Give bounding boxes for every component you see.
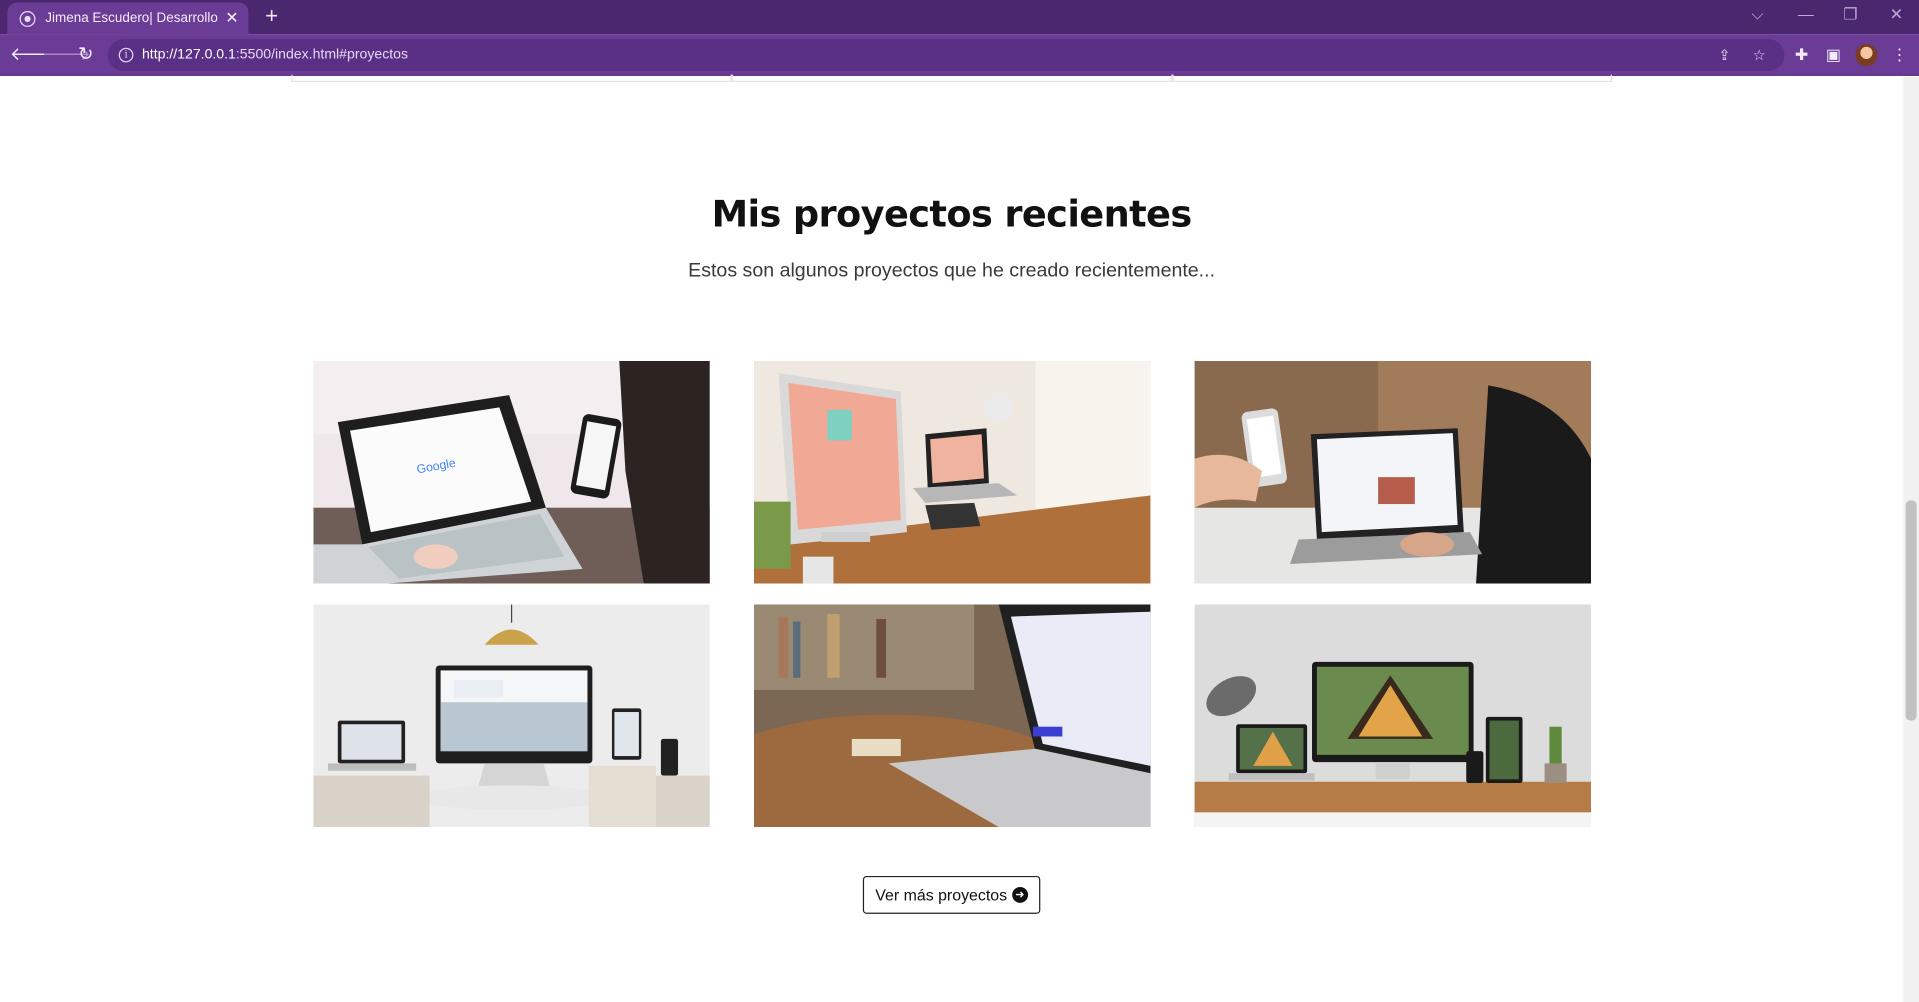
- projects-grid: Google: [313, 360, 1592, 828]
- project-card[interactable]: [1194, 604, 1592, 828]
- window-close-icon[interactable]: ✕: [1890, 2, 1903, 26]
- share-icon[interactable]: ⇪: [1718, 39, 1730, 71]
- scrollbar-thumb[interactable]: [1905, 500, 1917, 721]
- bookmark-star-icon[interactable]: ☆: [1753, 39, 1766, 71]
- projects-subtitle: Estos son algunos proyectos que he cread…: [688, 260, 1216, 282]
- new-tab-button[interactable]: +: [259, 4, 283, 28]
- tab-strip: Jimena Escudero| Desarrollo Web ✕ + ⌵ — …: [0, 0, 1919, 35]
- responsive-web-design-photo: [313, 604, 710, 828]
- laptop-google-photo: Google: [313, 360, 710, 584]
- favicon-icon: [19, 10, 36, 27]
- project-card[interactable]: [753, 360, 1151, 584]
- phone-laptop-hands-photo: [1194, 360, 1592, 584]
- side-panel-icon[interactable]: ▣: [1822, 44, 1844, 66]
- site-info-icon[interactable]: i: [118, 47, 134, 63]
- close-tab-icon[interactable]: ✕: [225, 9, 238, 29]
- address-bar[interactable]: i http://127.0.0.1:5500/index.html#proye…: [107, 39, 1785, 71]
- more-projects-label: Ver más proyectos: [875, 885, 1008, 905]
- browser-window: Jimena Escudero| Desarrollo Web ✕ + ⌵ — …: [0, 0, 1919, 1002]
- tab-title: Jimena Escudero| Desarrollo Web: [45, 11, 218, 26]
- arrow-right-circle-icon: ➜: [1011, 886, 1028, 903]
- url-text: http://127.0.0.1:5500/index.html#proyect…: [141, 47, 409, 63]
- browser-toolbar: 🡐 🡒 ↻ i http://127.0.0.1:5500/index.html…: [0, 34, 1919, 76]
- tab-search-icon[interactable]: ⌵: [1751, 2, 1763, 26]
- projects-heading: Mis proyectos recientes: [711, 193, 1193, 237]
- restore-icon[interactable]: ❐: [1843, 2, 1857, 26]
- browser-tab[interactable]: Jimena Escudero| Desarrollo Web ✕: [7, 2, 249, 35]
- more-projects-button[interactable]: Ver más proyectos ➜: [862, 875, 1041, 914]
- back-arrow-icon[interactable]: 🡐: [10, 43, 59, 67]
- laptop-bookshelf-photo: [753, 604, 1151, 828]
- page-scrollbar[interactable]: [1903, 77, 1919, 1002]
- minimize-icon[interactable]: —: [1798, 2, 1814, 26]
- imac-creativity-desk-photo: [753, 360, 1151, 584]
- project-card[interactable]: Google: [313, 360, 710, 584]
- extensions-puzzle-icon[interactable]: ✚: [1791, 44, 1813, 66]
- previous-section-cards-edge: [291, 74, 1612, 82]
- project-card[interactable]: [753, 604, 1151, 828]
- architect-studio-devices-photo: [1194, 604, 1592, 828]
- profile-avatar[interactable]: [1855, 44, 1878, 67]
- menu-kebab-icon[interactable]: ⋮: [1888, 44, 1910, 66]
- forward-arrow-icon[interactable]: 🡒: [42, 43, 91, 67]
- page-content: Mis proyectos recientes Estos son alguno…: [0, 74, 1904, 1002]
- project-card[interactable]: [313, 604, 710, 828]
- project-card[interactable]: [1194, 360, 1592, 584]
- reload-icon[interactable]: ↻: [73, 43, 97, 67]
